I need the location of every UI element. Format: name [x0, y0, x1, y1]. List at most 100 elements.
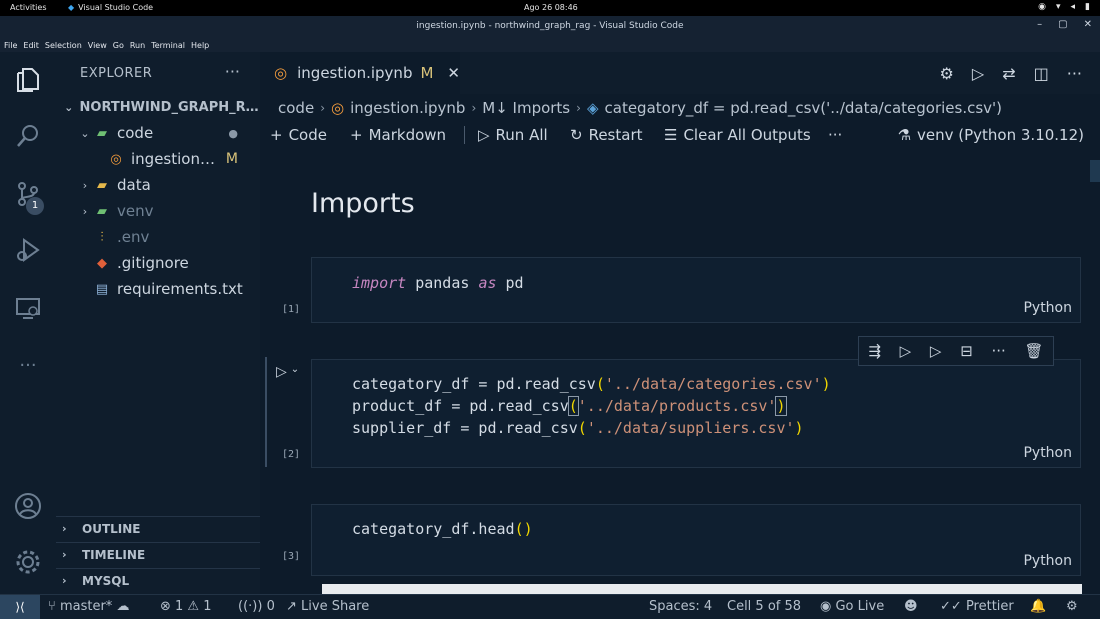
breadcrumb-file[interactable]: ingestion.ipynb	[350, 99, 465, 117]
menu-run[interactable]: Run	[130, 41, 145, 50]
compare-icon[interactable]: ⇄	[1002, 64, 1015, 83]
tree-item-ingestion[interactable]: ◎ ingestion.ipynb M	[56, 146, 260, 172]
tree-item-data[interactable]: › ▰ data	[56, 172, 260, 198]
breadcrumb-folder[interactable]: code	[278, 99, 314, 117]
cell-position-indicator[interactable]: Cell 5 of 58	[727, 599, 801, 614]
battery-icon[interactable]: ▮	[1085, 2, 1090, 12]
run-cell-icon[interactable]: ▷	[276, 364, 287, 380]
jupyter-icon: ◎	[331, 99, 345, 117]
close-window-icon[interactable]: ✕	[1084, 19, 1092, 30]
run-icon[interactable]: ▷	[972, 64, 984, 83]
explorer-icon[interactable]	[14, 66, 42, 94]
chevron-right-icon: ›	[320, 101, 325, 115]
cell-language[interactable]: Python	[1023, 445, 1072, 461]
cell-language[interactable]: Python	[1023, 553, 1072, 569]
tab-modified-badge: M	[420, 64, 434, 82]
maximize-icon[interactable]: ▢	[1058, 19, 1067, 30]
account-icon[interactable]	[14, 492, 42, 520]
notifications-bell-icon[interactable]: 🔔	[1030, 599, 1046, 614]
feedback-icon[interactable]: ⚙	[1066, 599, 1078, 614]
more-actions-icon[interactable]: ···	[1067, 64, 1082, 83]
explorer-more-button[interactable]: ···	[225, 62, 240, 81]
system-tray[interactable]: ◉ ▾ ◂ ▮	[1038, 2, 1090, 12]
run-all-button[interactable]: ▷ Run All	[478, 126, 548, 144]
section-label: OUTLINE	[82, 521, 141, 536]
close-icon[interactable]: ✕	[447, 64, 460, 82]
cell-code[interactable]: categatory_df = pd.read_csv('../data/cat…	[352, 373, 831, 439]
menu-file[interactable]: File	[4, 41, 17, 50]
tree-item-venv[interactable]: › ▰ venv	[56, 198, 260, 224]
run-above-icon[interactable]: ⇶	[868, 342, 881, 360]
branch-label: master*	[59, 599, 113, 614]
clear-outputs-button[interactable]: ☰ Clear All Outputs	[664, 126, 811, 144]
problems-indicator[interactable]: ⊗ 1 ⚠ 1	[160, 599, 212, 614]
indentation-indicator[interactable]: Spaces: 4	[649, 599, 712, 614]
scrollbar-thumb[interactable]	[1090, 160, 1100, 182]
more-views-icon[interactable]: ···	[14, 352, 42, 380]
volume-icon[interactable]: ◂	[1071, 2, 1076, 12]
code-cell-1[interactable]: import pandas as pd Python	[311, 257, 1081, 323]
execute-below-icon[interactable]: ▷	[930, 342, 942, 360]
chevron-down-icon[interactable]: ⌄	[291, 364, 299, 380]
cell-language[interactable]: Python	[1023, 300, 1072, 316]
live-share-icon: ↗	[286, 599, 297, 614]
activities-button[interactable]: Activities	[10, 3, 47, 12]
explorer-title: EXPLORER	[80, 66, 153, 81]
toolbar-more-button[interactable]: ···	[828, 126, 842, 144]
app-menu[interactable]: ◆ Visual Studio Code	[68, 3, 153, 12]
split-editor-icon[interactable]: ◫	[1034, 64, 1049, 83]
code-cell-2[interactable]: categatory_df = pd.read_csv('../data/cat…	[311, 359, 1081, 468]
menu-terminal[interactable]: Terminal	[151, 41, 185, 50]
remote-indicator-icon[interactable]: ⟩⟨	[0, 595, 40, 619]
tab-bar: ◎ ingestion.ipynb M ✕ ⚙ ▷ ⇄ ◫ ···	[260, 52, 1100, 94]
cell-more-icon[interactable]: ···	[991, 342, 1005, 360]
live-share-button[interactable]: ↗ Live Share	[286, 599, 369, 614]
tree-item-env[interactable]: ⫶ .env	[56, 224, 260, 250]
run-all-label: Run All	[495, 126, 548, 144]
branch-indicator[interactable]: ⑂ master* ☁	[48, 599, 129, 614]
section-timeline[interactable]: › TIMELINE	[56, 542, 260, 566]
chevron-right-icon: ›	[471, 101, 477, 115]
tab-ingestion[interactable]: ◎ ingestion.ipynb M ✕	[260, 52, 460, 94]
cell-code[interactable]: categatory_df.head()	[352, 518, 533, 540]
breadcrumb-symbol[interactable]: categatory_df = pd.read_csv('../data/cat…	[605, 99, 1003, 117]
split-cell-icon[interactable]: ⊟	[960, 342, 973, 360]
menu-view[interactable]: View	[88, 41, 107, 50]
add-markdown-cell-button[interactable]: + Markdown	[350, 126, 446, 144]
menu-edit[interactable]: Edit	[23, 41, 39, 50]
restart-icon: ↻	[570, 126, 583, 144]
add-code-cell-button[interactable]: + Code	[270, 126, 327, 144]
workspace-root[interactable]: ⌄ NORTHWIND_GRAPH_RAG	[56, 94, 260, 120]
breadcrumb-section[interactable]: M↓ Imports	[482, 99, 570, 117]
tree-item-label: requirements.txt	[117, 280, 243, 298]
gear-icon[interactable]: ⚙	[940, 64, 954, 83]
menu-help[interactable]: Help	[191, 41, 209, 50]
section-mysql[interactable]: › MYSQL	[56, 568, 260, 592]
settings-gear-icon[interactable]	[14, 548, 42, 576]
system-clock[interactable]: Ago 26 08:46	[524, 3, 578, 12]
section-outline[interactable]: › OUTLINE	[56, 516, 260, 540]
minimize-icon[interactable]: –	[1037, 19, 1042, 30]
execute-above-icon[interactable]: ▷	[900, 342, 912, 360]
plus-icon: +	[270, 126, 283, 144]
ports-indicator[interactable]: ((·)) 0	[238, 599, 275, 614]
kernel-picker[interactable]: ⚗ venv (Python 3.10.12)	[898, 126, 1084, 144]
menu-selection[interactable]: Selection	[45, 41, 82, 50]
chrome-icon[interactable]: ◉	[1038, 2, 1046, 12]
remote-explorer-icon[interactable]	[14, 294, 42, 322]
restart-button[interactable]: ↻ Restart	[570, 126, 643, 144]
prettier-button[interactable]: ✓✓ Prettier	[940, 599, 1014, 614]
copilot-icon[interactable]: ☻	[904, 599, 918, 614]
delete-cell-icon[interactable]: 🗑	[1025, 342, 1044, 360]
tree-item-requirements[interactable]: ▤ requirements.txt	[56, 276, 260, 302]
code-cell-3[interactable]: categatory_df.head() Python	[311, 504, 1081, 576]
tree-item-code[interactable]: ⌄ ▰ code ●	[56, 120, 260, 146]
tree-item-gitignore[interactable]: ◆ .gitignore	[56, 250, 260, 276]
menu-go[interactable]: Go	[113, 41, 124, 50]
go-live-button[interactable]: ◉ Go Live	[820, 599, 884, 614]
cell-code[interactable]: import pandas as pd	[352, 272, 524, 294]
search-icon[interactable]	[14, 122, 42, 150]
jupyter-icon: ◎	[274, 64, 288, 82]
run-debug-icon[interactable]	[14, 236, 42, 264]
wifi-icon[interactable]: ▾	[1056, 2, 1061, 12]
